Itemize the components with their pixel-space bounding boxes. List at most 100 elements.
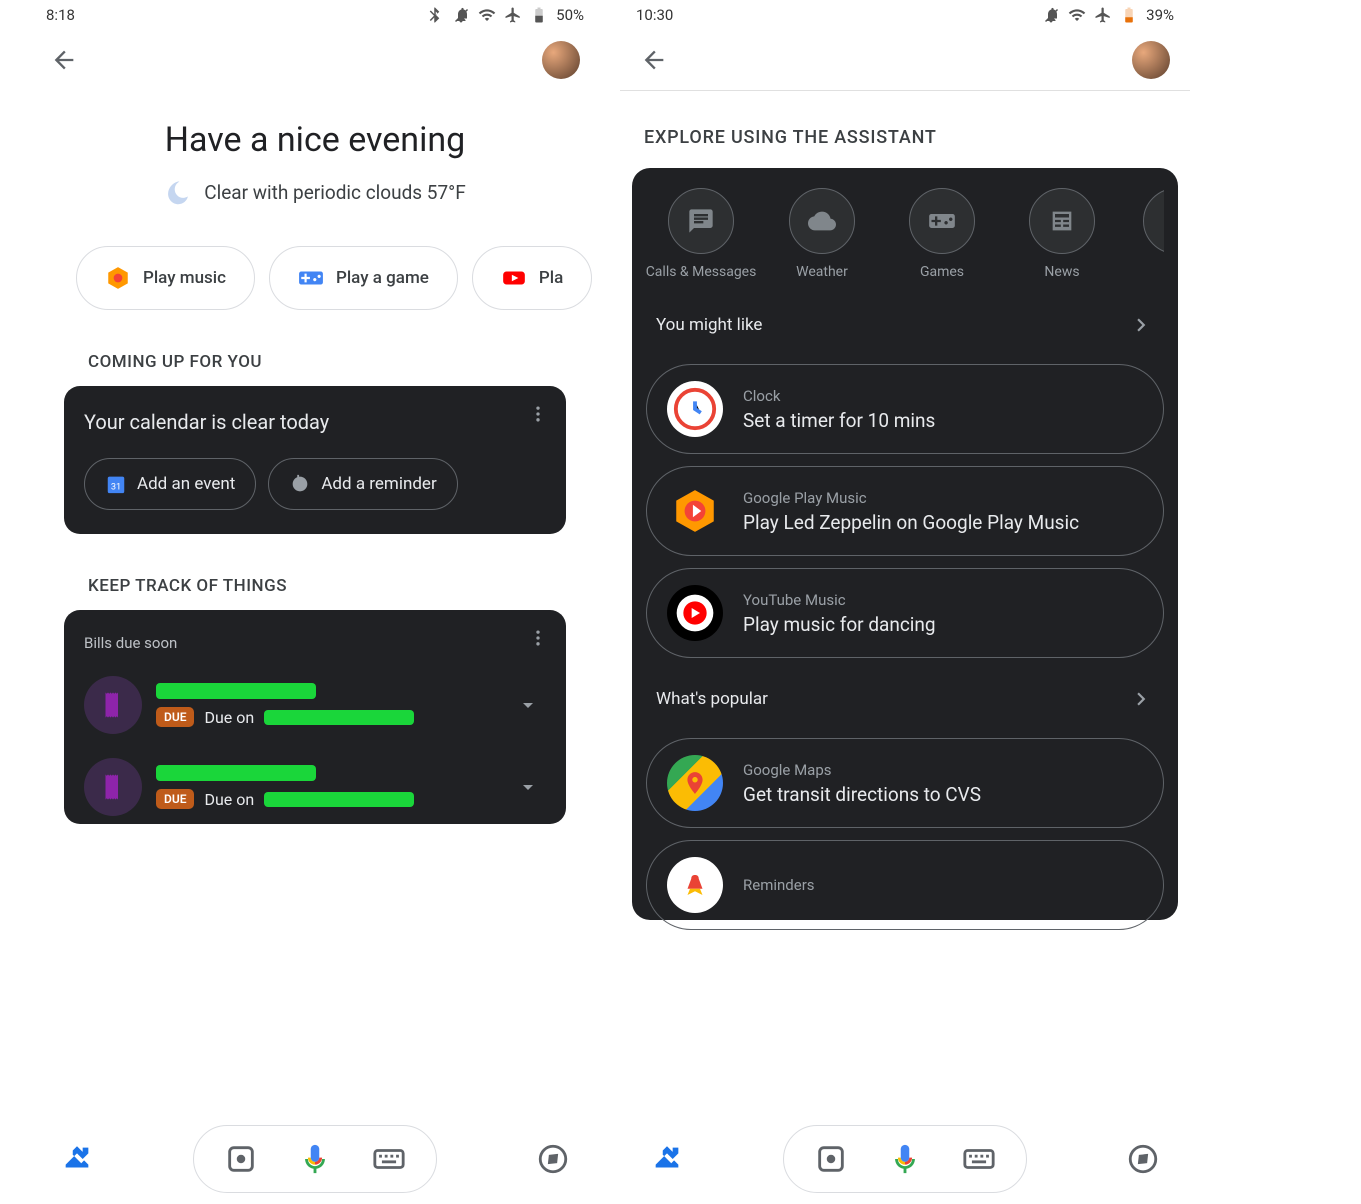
category-label: Weather — [796, 264, 848, 280]
redacted-text — [264, 710, 414, 725]
suggestion-youtube-music[interactable]: YouTube Music Play music for dancing — [646, 568, 1164, 658]
gamepad-icon — [928, 207, 956, 235]
battery-low-icon — [1120, 6, 1138, 24]
pill-label: Add an event — [137, 474, 235, 494]
subhead-whats-popular[interactable]: What's popular — [646, 670, 1164, 726]
chevron-down-icon[interactable] — [516, 775, 540, 799]
content-area: Have a nice evening Clear with periodic … — [30, 90, 600, 1204]
category-news[interactable]: News — [1016, 188, 1108, 280]
back-arrow-icon[interactable] — [50, 46, 78, 74]
suggestion-app: Google Play Music — [743, 489, 1079, 507]
suggestion-app: YouTube Music — [743, 591, 936, 609]
chevron-right-icon[interactable] — [1128, 686, 1154, 712]
bills-subtitle: Bills due soon — [84, 634, 546, 652]
battery-percent: 50% — [556, 6, 584, 24]
category-row: Calls & Messages Weather Games News — [646, 188, 1164, 296]
clock-icon — [672, 386, 718, 432]
suggestion-clock[interactable]: Clock Set a timer for 10 mins — [646, 364, 1164, 454]
status-time: 8:18 — [46, 6, 75, 24]
chip-play-music[interactable]: Play music — [76, 246, 255, 310]
category-label: News — [1044, 264, 1079, 280]
updates-icon[interactable] — [60, 1142, 94, 1176]
status-time: 10:30 — [636, 6, 673, 24]
calendar-card: Your calendar is clear today 31 Add an e… — [64, 386, 566, 534]
avatar[interactable] — [1132, 41, 1170, 79]
avatar[interactable] — [542, 41, 580, 79]
suggestion-reminders[interactable]: Reminders — [646, 840, 1164, 930]
chevron-right-icon[interactable] — [1128, 312, 1154, 338]
updates-icon[interactable] — [650, 1142, 684, 1176]
chip-play-game[interactable]: Play a game — [269, 246, 458, 310]
suggestion-text: Play music for dancing — [743, 613, 936, 636]
battery-percent: 39% — [1146, 6, 1174, 24]
explore-card: Calls & Messages Weather Games News — [632, 168, 1178, 920]
section-coming-up: COMING UP FOR YOU — [30, 334, 600, 386]
weather-row: Clear with periodic clouds 57°F — [30, 178, 600, 206]
screen-left: 8:18 50% Have a nice evening Clear with … — [30, 0, 600, 1204]
mic-icon[interactable] — [888, 1142, 922, 1176]
suggestion-play-music[interactable]: Google Play Music Play Led Zeppelin on G… — [646, 466, 1164, 556]
wifi-icon — [1068, 6, 1086, 24]
battery-icon — [530, 6, 548, 24]
receipt-icon — [84, 676, 142, 734]
card-menu-button[interactable] — [528, 404, 548, 428]
top-bar — [30, 30, 600, 90]
explore-header: EXPLORE USING THE ASSISTANT — [620, 91, 1190, 168]
add-event-button[interactable]: 31 Add an event — [84, 458, 256, 510]
dnd-icon — [452, 6, 470, 24]
add-reminder-button[interactable]: Add a reminder — [268, 458, 457, 510]
moon-icon — [164, 178, 192, 206]
back-arrow-icon[interactable] — [640, 46, 668, 74]
due-badge: DUE — [156, 707, 194, 727]
status-bar: 8:18 50% — [30, 0, 600, 30]
category-weather[interactable]: Weather — [776, 188, 868, 280]
receipt-icon — [84, 758, 142, 816]
calendar-icon: 31 — [105, 473, 127, 495]
compass-icon[interactable] — [1126, 1142, 1160, 1176]
gamepad-icon — [298, 265, 324, 291]
category-calls-messages[interactable]: Calls & Messages — [654, 188, 748, 280]
due-text: Due on — [204, 790, 254, 809]
wifi-icon — [478, 6, 496, 24]
keyboard-icon[interactable] — [372, 1142, 406, 1176]
nav-center-pill[interactable] — [193, 1125, 437, 1193]
status-icons: 50% — [426, 6, 584, 24]
due-badge: DUE — [156, 789, 194, 809]
cloud-icon — [808, 207, 836, 235]
weather-text: Clear with periodic clouds 57°F — [204, 181, 466, 204]
svg-text:31: 31 — [111, 483, 121, 493]
youtube-music-icon — [675, 593, 715, 633]
bill-row[interactable]: DUE Due on — [84, 664, 546, 746]
chip-label: Play music — [143, 268, 226, 288]
chip-label: Pla — [539, 268, 563, 288]
suggestion-text: Play Led Zeppelin on Google Play Music — [743, 511, 1079, 534]
redacted-text — [264, 792, 414, 807]
status-bar: 10:30 39% — [620, 0, 1190, 30]
chip-youtube[interactable]: Pla — [472, 246, 592, 310]
nav-center-pill[interactable] — [783, 1125, 1027, 1193]
chip-label: Play a game — [336, 268, 429, 288]
keyboard-icon[interactable] — [962, 1142, 996, 1176]
calendar-card-title: Your calendar is clear today — [84, 410, 546, 434]
airplane-icon — [1094, 6, 1112, 24]
suggestion-text: Set a timer for 10 mins — [743, 409, 935, 432]
compass-icon[interactable] — [536, 1142, 570, 1176]
reminder-ribbon-icon — [680, 870, 710, 900]
bill-row[interactable]: DUE Due on — [84, 746, 546, 818]
card-menu-button[interactable] — [528, 628, 548, 652]
category-more[interactable] — [1136, 188, 1156, 280]
lens-icon[interactable] — [814, 1142, 848, 1176]
subhead-you-might-like[interactable]: You might like — [646, 296, 1164, 352]
top-bar — [620, 30, 1190, 90]
chevron-down-icon[interactable] — [516, 693, 540, 717]
screen-right: 10:30 39% EXPLORE USING THE ASSISTANT Ca… — [620, 0, 1190, 1204]
dnd-icon — [1042, 6, 1060, 24]
content-area: EXPLORE USING THE ASSISTANT Calls & Mess… — [620, 91, 1190, 1204]
mic-icon[interactable] — [298, 1142, 332, 1176]
due-text: Due on — [204, 708, 254, 727]
reminder-icon — [289, 473, 311, 495]
lens-icon[interactable] — [224, 1142, 258, 1176]
suggestion-app: Google Maps — [743, 761, 981, 779]
suggestion-maps[interactable]: Google Maps Get transit directions to CV… — [646, 738, 1164, 828]
category-games[interactable]: Games — [896, 188, 988, 280]
